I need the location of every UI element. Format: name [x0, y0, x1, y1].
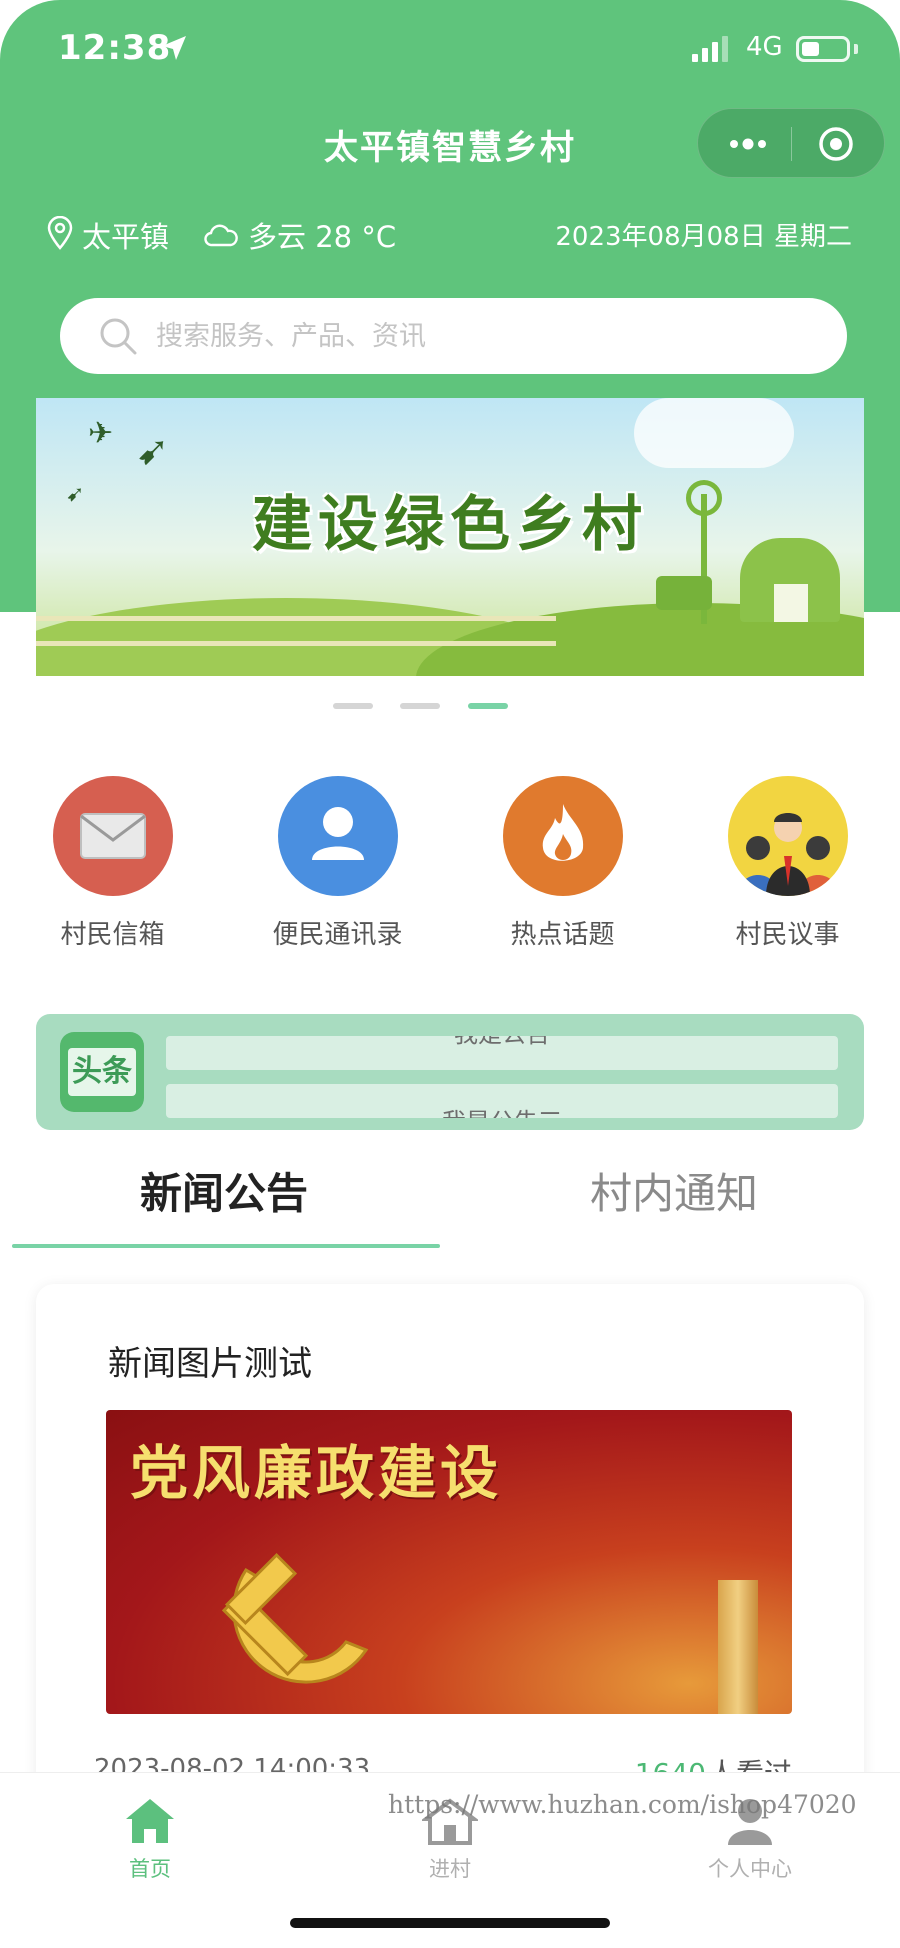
- active-tab-indicator: [12, 1244, 440, 1248]
- tabbar-label: 个人中心: [708, 1857, 792, 1881]
- more-icon[interactable]: [726, 131, 770, 161]
- home-indicator[interactable]: [290, 1918, 610, 1928]
- location-arrow-icon: [160, 34, 188, 66]
- news-tabs: 新闻公告 村内通知: [0, 1160, 900, 1250]
- quick-links: 村民信箱 便民通讯录 热点话题 村民议事: [0, 776, 900, 956]
- quick-link-hot-topics[interactable]: 热点话题: [450, 776, 675, 956]
- notice-item[interactable]: 我是公告: [166, 1036, 838, 1070]
- search-bar[interactable]: [60, 298, 847, 374]
- weather-text: 多云 28 °C: [248, 220, 397, 254]
- barn-door: [774, 584, 808, 622]
- search-input[interactable]: [156, 312, 796, 360]
- tab-news[interactable]: 新闻公告: [4, 1160, 444, 1221]
- hammer-sickle-icon: [186, 1530, 406, 1714]
- battery-icon: [796, 36, 850, 62]
- banner-carousel[interactable]: ✈ ➹ ➹ 建设绿色乡村: [36, 398, 864, 676]
- tab-village-notice[interactable]: 村内通知: [454, 1160, 894, 1221]
- quick-link-label: 便民通讯录: [272, 920, 403, 950]
- banner-cloud: [634, 398, 794, 468]
- search-icon: [98, 316, 138, 360]
- meeting-icon: [727, 776, 848, 896]
- battery-cap: [854, 44, 858, 54]
- signal-icon: [692, 36, 732, 66]
- mail-icon: [52, 776, 173, 896]
- carousel-dot[interactable]: [400, 703, 440, 709]
- network-type: 4G: [746, 32, 783, 62]
- notice-item-text: 我是公告三: [166, 1102, 838, 1118]
- carousel-dot-active[interactable]: [468, 703, 508, 709]
- quick-link-contacts[interactable]: 便民通讯录: [225, 776, 450, 956]
- home-icon: [122, 1795, 178, 1851]
- quick-link-label: 村民信箱: [60, 920, 165, 950]
- quick-link-label: 村民议事: [735, 920, 840, 950]
- headline-notice-bar[interactable]: 头条 我是公告 我是公告三: [36, 1014, 864, 1130]
- headline-badge-text: 头条: [68, 1048, 136, 1096]
- notice-item[interactable]: 我是公告三: [166, 1084, 838, 1118]
- quick-link-label: 热点话题: [510, 920, 615, 950]
- banner-headline: 建设绿色乡村: [252, 490, 648, 560]
- tabbar-label: 进村: [429, 1857, 471, 1881]
- news-title: 新闻图片测试: [108, 1344, 312, 1384]
- mini-program-capsule: [697, 108, 885, 178]
- location-pin-icon: [46, 215, 74, 257]
- tabbar-label: 首页: [129, 1857, 171, 1881]
- news-image[interactable]: 党风廉政建设: [106, 1410, 792, 1714]
- quick-link-mailbox[interactable]: 村民信箱: [0, 776, 225, 956]
- watermark-text: https://www.huzhan.com/ishop47020: [388, 1790, 857, 1819]
- headline-badge: 头条: [60, 1032, 144, 1112]
- contact-icon: [277, 776, 398, 896]
- status-bar: 12:38 4G: [0, 0, 900, 100]
- carousel-indicator: [0, 703, 900, 711]
- town-name[interactable]: 太平镇: [82, 214, 169, 256]
- banner-fence: [36, 616, 556, 646]
- bird-icon: ✈: [88, 416, 114, 451]
- tractor-icon: [656, 576, 712, 610]
- news-image-text: 党风廉政建设: [130, 1439, 503, 1507]
- news-image-pillar: [718, 1580, 758, 1714]
- capsule-divider: [791, 127, 792, 161]
- news-card[interactable]: 新闻图片测试 党风廉政建设 2023-08-02 14:00:33 1640人看…: [36, 1284, 864, 1804]
- bird-icon: ➹: [136, 428, 170, 474]
- carousel-dot[interactable]: [333, 703, 373, 709]
- fire-icon: [502, 776, 623, 896]
- status-time: 12:38: [58, 28, 172, 68]
- close-program-icon[interactable]: [818, 126, 854, 166]
- tabbar-home[interactable]: 首页: [0, 1785, 300, 1885]
- notice-item-text: 我是公告: [166, 1036, 838, 1049]
- info-bar: 太平镇 多云 28 °C 2023年08月08日 星期二: [0, 212, 900, 256]
- quick-link-village-affairs[interactable]: 村民议事: [675, 776, 900, 956]
- date-text: 2023年08月08日 星期二: [555, 222, 852, 252]
- cloud-icon: [204, 220, 238, 254]
